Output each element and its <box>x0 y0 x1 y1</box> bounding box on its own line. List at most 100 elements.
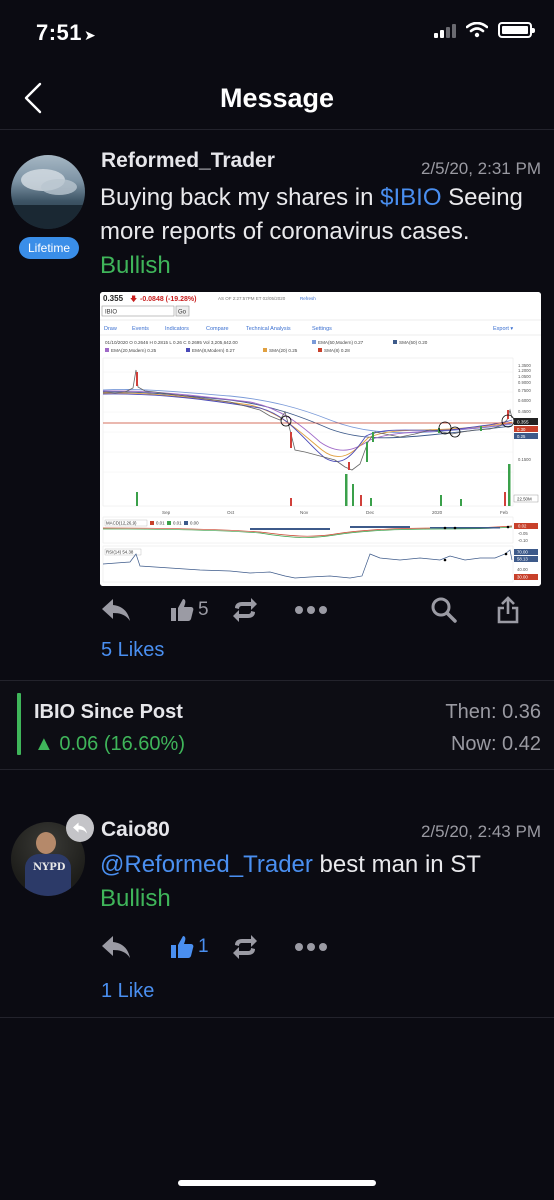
chart-rsi-tick: 58.13 <box>517 557 528 562</box>
like-count: 5 <box>198 599 209 620</box>
reply-text: best man in ST <box>312 851 481 878</box>
location-arrow-icon: ➤ <box>84 27 97 43</box>
reshare-icon <box>233 935 257 959</box>
chart-macd-tick: -0.05 <box>518 531 528 536</box>
chart-menu-events: Events <box>132 326 149 332</box>
since-post-accent <box>17 693 21 755</box>
cashtag-link[interactable]: $IBIO <box>380 184 441 211</box>
share-icon <box>497 596 519 624</box>
chart-change: -0.0848 (-19.28%) <box>140 296 196 303</box>
chart-sma8: SMA(8) 0.28 <box>324 348 350 353</box>
more-button[interactable] <box>294 593 328 627</box>
status-bar: 7:51 ➤ <box>0 0 554 68</box>
chart-ytick: 1.0500 <box>518 374 531 379</box>
battery-icon <box>498 22 535 38</box>
chart-xtick: Feb <box>500 510 508 515</box>
reshare-icon <box>233 598 257 622</box>
likes-link[interactable]: 1 Like <box>101 980 154 1003</box>
chart-macd-tick: 0.02 <box>518 524 527 529</box>
chart-menu-settings: Settings <box>312 326 332 332</box>
home-indicator[interactable] <box>178 1180 376 1186</box>
chart-menu-draw: Draw <box>104 326 117 332</box>
chart-ma-label: 0.25 <box>517 434 526 439</box>
chart-ohlc: 01/10/2020 O 0.2646 H 0.2815 L 0.26 C 0.… <box>105 340 238 345</box>
reply-body: @Reformed_Trader best man in ST Bullish <box>100 848 540 916</box>
chart-ytick: 0.1500 <box>518 457 531 462</box>
chart-asof: AS OF 2:27:57PM ET 02/05/2020 <box>218 296 286 301</box>
clock-text: 7:51 <box>36 20 83 45</box>
since-post-panel[interactable]: IBIO Since Post ▲ 0.06 (16.60%) Then: 0.… <box>0 681 554 769</box>
chart-ytick: 1.2000 <box>518 368 531 373</box>
likes-link[interactable]: 5 Likes <box>101 639 164 662</box>
post-actions: 5 <box>100 593 530 627</box>
status-icons <box>434 22 535 38</box>
reply-button[interactable] <box>100 593 132 627</box>
stock-chart-image: 0.355 🡇 -0.0848 (-19.28%) AS OF 2:27:57P… <box>100 292 541 586</box>
chart-menu-indicators: Indicators <box>165 326 189 332</box>
chart-xtick: Nov <box>300 510 309 515</box>
chart-ytick: 0.6000 <box>518 398 531 403</box>
more-dots-icon <box>295 943 327 951</box>
chart-menu-export: Export ▾ <box>493 326 513 332</box>
like-button[interactable]: 1 <box>170 930 209 964</box>
avatar-shirt-text: NYPD <box>33 862 66 873</box>
like-count: 1 <box>198 936 209 957</box>
mention-link[interactable]: @Reformed_Trader <box>100 851 313 878</box>
chart-symbol: IBIO <box>105 310 117 316</box>
since-post-change: ▲ 0.06 (16.60%) <box>34 733 185 756</box>
chart-macd-val: 0.00 <box>190 521 199 526</box>
reply-actions: 1 <box>100 930 530 964</box>
sentiment-label: Bullish <box>100 252 171 279</box>
reshare-button[interactable] <box>232 930 258 964</box>
up-triangle-icon: ▲ <box>34 733 54 755</box>
chart-attachment[interactable]: 0.355 🡇 -0.0848 (-19.28%) AS OF 2:27:57P… <box>100 292 541 586</box>
reply-arrow-icon <box>102 599 130 621</box>
reply-indicator-icon <box>66 814 94 842</box>
divider <box>0 769 554 770</box>
chart-go: Go <box>178 310 187 316</box>
since-post-title: IBIO Since Post <box>34 701 183 723</box>
chart-refresh: Refresh <box>300 296 316 301</box>
chart-down-arrow-icon: 🡇 <box>130 295 137 303</box>
since-post-change-value: 0.06 (16.60%) <box>59 733 185 755</box>
thumbs-up-icon <box>171 936 194 958</box>
chart-ema20: EMA(20,Modern) 0.25 <box>111 348 157 353</box>
share-button[interactable] <box>496 593 520 627</box>
chart-ema50: EMA(50,Modern) 0.27 <box>318 340 364 345</box>
since-post-then: Then: 0.36 <box>445 701 541 723</box>
reply-arrow-icon <box>102 936 130 958</box>
reply-button[interactable] <box>100 930 132 964</box>
chart-ytick: 0.7500 <box>518 388 531 393</box>
thumbs-up-icon <box>171 599 194 621</box>
since-post-now: Now: 0.42 <box>450 733 541 755</box>
post-username[interactable]: Reformed_Trader <box>101 149 275 173</box>
status-time: 7:51 ➤ <box>36 20 96 46</box>
chart-xtick: Sep <box>162 510 171 515</box>
cellular-signal-icon <box>434 22 456 38</box>
divider <box>0 1017 554 1018</box>
search-button[interactable] <box>430 593 458 627</box>
sentiment-label: Bullish <box>100 885 171 912</box>
post-body: Buying back my shares in $IBIO Seeing mo… <box>100 181 540 283</box>
reshare-button[interactable] <box>232 593 258 627</box>
chart-rsi-tick: 40.00 <box>517 567 528 572</box>
chart-current-price-label: 0.355 <box>517 420 529 425</box>
reply-username[interactable]: Caio80 <box>101 818 170 842</box>
chart-rsi-label: RSI(14) 54.38 <box>106 550 134 555</box>
chart-ema8: EMA(8,Modern) 0.27 <box>192 348 235 353</box>
chart-macd-label: MACD(12,26,9) <box>106 521 137 526</box>
like-button[interactable]: 5 <box>170 593 209 627</box>
avatar[interactable] <box>11 155 85 229</box>
chart-sma50: SMA(50) 0.20 <box>399 340 428 345</box>
chart-rsi-tick: 70.00 <box>517 550 528 555</box>
chart-menu-compare: Compare <box>206 326 229 332</box>
more-dots-icon <box>295 606 327 614</box>
chart-macd-val: 0.01 <box>156 521 165 526</box>
chart-sma20: SMA(20) 0.25 <box>269 348 298 353</box>
chart-macd-tick: -0.10 <box>518 538 528 543</box>
more-button[interactable] <box>294 930 328 964</box>
chart-current-label2: 0.30 <box>517 427 526 432</box>
post-timestamp: 2/5/20, 2:31 PM <box>420 159 541 178</box>
post-text: Buying back my shares in <box>100 184 381 211</box>
chart-xtick: 2020 <box>432 510 443 515</box>
